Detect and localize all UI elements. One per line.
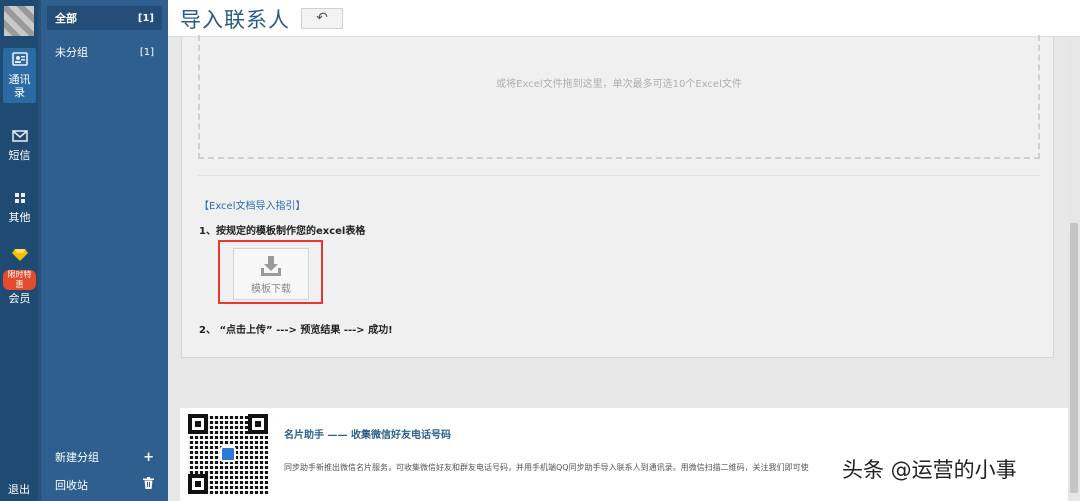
group-count: [1] [137,12,154,24]
import-panel: 或将Excel文件拖到这里，单次最多可选10个Excel文件 【Excel文档导… [181,35,1054,358]
vip-promo-badge: 限时特惠 [3,270,36,290]
template-highlight: 模板下载 [218,240,323,304]
divider [198,175,1040,176]
plus-icon: + [143,449,154,465]
file-drop-zone[interactable]: 或将Excel文件拖到这里，单次最多可选10个Excel文件 [198,35,1040,159]
nav-other-label: 其他 [8,211,31,224]
nav-rail: 通讯 录 短信 其他 限时特惠 会员 退出 [0,0,38,501]
guide-step-2: 2、 “点击上传” ---> 预览结果 ---> 成功! [199,325,393,336]
vertical-scrollbar[interactable] [1068,37,1080,501]
new-group-button[interactable]: 新建分组 + [47,446,162,468]
scrollbar-thumb[interactable] [1070,223,1078,493]
group-count: [1] [139,46,154,58]
diamond-icon [3,248,36,265]
template-download-button[interactable]: 模板下载 [233,248,309,300]
undo-icon: ↶ [316,10,328,26]
qr-code [188,414,268,494]
nav-vip[interactable]: 限时特惠 会员 [3,248,36,305]
mail-icon [3,130,36,146]
nav-contacts-label-1: 通讯 [8,73,31,86]
group-item-ungrouped[interactable]: 未分组 [1] [47,40,162,64]
qr-finder [188,414,208,434]
drop-hint: 或将Excel文件拖到这里，单次最多可选10个Excel文件 [496,79,742,90]
logout-button[interactable]: 退出 [0,481,38,497]
guide-title: 【Excel文档导入指引】 [199,201,306,212]
nav-contacts[interactable]: 通讯 录 [3,48,36,103]
nav-contacts-label-2: 录 [14,86,25,99]
qr-finder [248,414,268,434]
grid-icon [3,192,36,208]
group-item-all[interactable]: 全部 [1] [47,6,162,30]
trash-icon [143,477,154,493]
promo-description: 同步助手新推出微信名片服务，可收集微信好友和群友电话号码，并用手机端QQ同步助手… [284,463,809,472]
page-title: 导入联系人 [180,8,290,32]
group-label: 未分组 [55,46,88,59]
back-button[interactable]: ↶ [301,8,343,29]
contacts-icon [3,52,36,70]
nav-sms-label: 短信 [8,149,31,162]
qr-finder [188,474,208,494]
nav-sms[interactable]: 短信 [3,130,36,162]
recycle-bin-label: 回收站 [55,479,88,492]
guide-step-1: 1、按规定的模板制作您的excel表格 [199,226,366,237]
nav-vip-label: 会员 [8,292,31,305]
avatar[interactable] [4,6,34,36]
new-group-label: 新建分组 [55,451,99,464]
download-icon [260,255,282,277]
promo-title: 名片助手 —— 收集微信好友电话号码 [284,430,451,441]
nav-other[interactable]: 其他 [3,192,36,224]
template-download-label: 模板下载 [251,284,291,295]
group-label: 全部 [55,12,77,25]
recycle-bin-button[interactable]: 回收站 [47,474,162,496]
qr-logo [220,446,236,462]
group-panel: 全部 [1] 未分组 [1] 新建分组 + 回收站 [38,0,168,501]
page-header: 导入联系人 ↶ [168,0,1080,37]
watermark: 头条 @运营的小事 [842,458,1017,482]
